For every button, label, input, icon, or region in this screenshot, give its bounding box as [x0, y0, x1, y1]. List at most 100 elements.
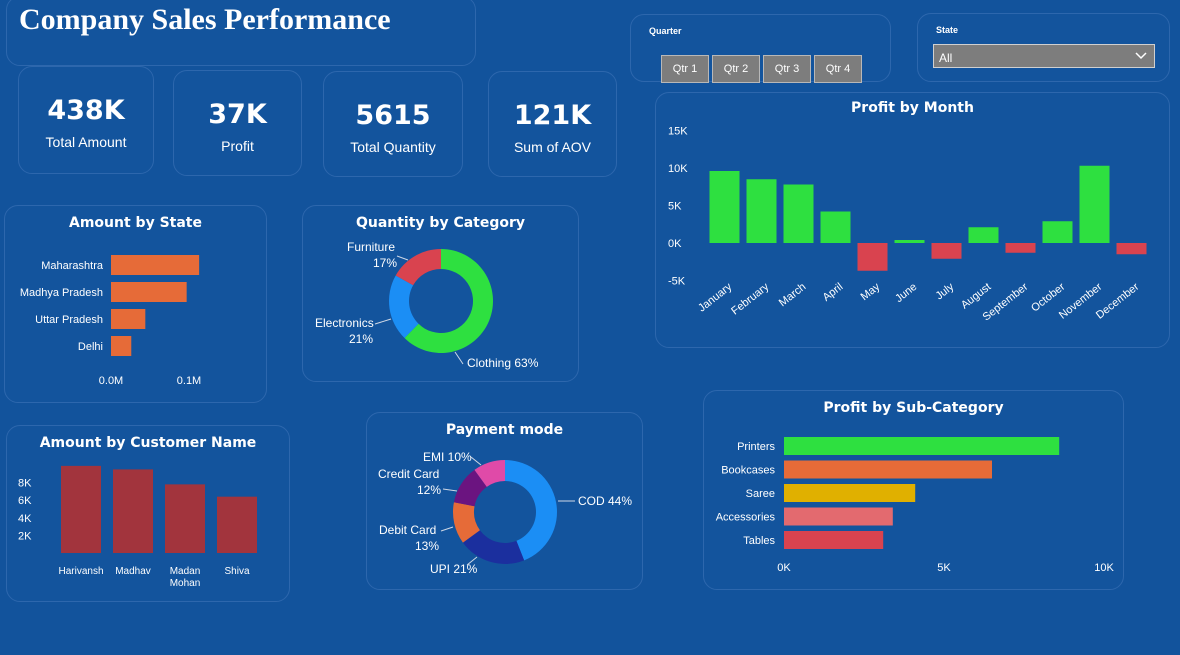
leader-line: [470, 456, 482, 466]
bar: [857, 243, 888, 271]
bar: [783, 184, 814, 243]
bar: [931, 243, 962, 259]
title-card: Company Sales Performance: [6, 0, 476, 66]
x-tick-label: 0K: [777, 562, 791, 574]
amount-by-state-card: Amount by State Maharashtra Madhya Prades…: [4, 205, 267, 403]
category-label: Madhya Pradesh: [20, 287, 103, 299]
y-tick-label: 6K: [18, 495, 32, 507]
bar: [784, 531, 884, 549]
bar: [709, 171, 740, 243]
category-label: Tables: [743, 535, 775, 547]
bar: [784, 484, 916, 502]
page-title: Company Sales Performance: [19, 3, 391, 36]
x-tick-label: June: [893, 281, 919, 305]
y-tick-label: 2K: [18, 530, 32, 542]
state-dropdown-value: All: [939, 51, 953, 65]
profit-by-subcategory-chart: Printers Bookcases Saree Accessories Tables 0…: [716, 437, 1114, 574]
profit-by-month-chart: 15K 10K 5K 0K -5K JanuaryFebruary March April Ma…: [668, 126, 1147, 323]
category-label: Accessories: [716, 512, 776, 524]
leader-line: [442, 488, 458, 492]
quantity-by-category-chart: Clothing 63% Electronics 21% Furniture 17%: [315, 240, 539, 370]
bar: [61, 465, 101, 553]
x-tick-label: July: [934, 281, 957, 303]
bar: [784, 437, 1060, 455]
data-label: Furniture: [347, 240, 395, 254]
quarter-slicer: Quarter Qtr 1 Qtr 2 Qtr 3 Qtr 4: [630, 14, 891, 83]
leader-line: [396, 255, 409, 261]
quarter-button-qtr1[interactable]: Qtr 1: [661, 55, 709, 83]
y-tick-label: 4K: [18, 513, 32, 525]
kpi-label: Profit: [221, 138, 254, 154]
x-tick-label: 0.1M: [177, 375, 201, 387]
x-tick-label: January: [696, 281, 735, 315]
bar: [111, 336, 132, 356]
y-tick-label: 8K: [18, 478, 32, 490]
quantity-by-category-card: Quantity by Category Clothing 63% Electro…: [302, 205, 579, 382]
kpi-value: 438K: [47, 95, 125, 126]
bar: [165, 484, 205, 553]
x-tick-label: Mohan: [170, 578, 201, 589]
kpi-total-quantity: 5615 Total Quantity: [323, 71, 463, 177]
bar: [1079, 165, 1110, 243]
kpi-total-amount: 438K Total Amount: [18, 66, 154, 174]
x-tick-label: February: [729, 281, 771, 318]
x-tick-label: Harivansh: [58, 566, 103, 577]
category-label: Bookcases: [721, 465, 775, 477]
bar: [1116, 243, 1147, 255]
data-label: UPI 21%: [430, 562, 478, 576]
data-label: Debit Card: [379, 523, 436, 537]
bar: [746, 179, 777, 243]
state-slicer-label: State: [936, 25, 959, 35]
data-label: 12%: [417, 483, 441, 497]
x-tick-label: 10K: [1094, 562, 1114, 574]
leader-line: [374, 318, 392, 325]
data-label: Clothing 63%: [467, 356, 539, 370]
kpi-value: 121K: [513, 100, 592, 131]
x-tick-label: May: [859, 281, 883, 304]
kpi-value: 37K: [208, 99, 267, 130]
payment-mode-chart: COD 44% UPI 21% Debit Card 13% Credit Card 12…: [378, 450, 632, 576]
bar: [820, 211, 851, 243]
category-label: Delhi: [78, 341, 103, 353]
data-label: COD 44%: [578, 494, 632, 508]
kpi-label: Total Amount: [45, 134, 127, 150]
data-label: EMI 10%: [423, 450, 472, 464]
chevron-down-icon: [1135, 52, 1147, 60]
x-tick-label: Madhav: [115, 566, 151, 577]
bar: [111, 282, 187, 302]
x-tick-label: Madan: [170, 566, 201, 577]
profit-by-month-card: Profit by Month 15K 10K 5K 0K -5K January Febr…: [655, 92, 1170, 348]
leader-line: [440, 526, 454, 532]
bar: [894, 240, 925, 243]
amount-by-customer-chart: 8K 6K 4K 2K Harivansh Madhav MadanMohan Shiva: [18, 465, 257, 589]
kpi-profit: 37K Profit: [173, 70, 302, 176]
quarter-button-qtr2[interactable]: Qtr 2: [712, 55, 760, 83]
category-label: Saree: [746, 488, 775, 500]
bar: [217, 496, 257, 553]
quarter-button-qtr3[interactable]: Qtr 3: [763, 55, 811, 83]
x-tick-label: Shiva: [224, 566, 249, 577]
data-label: Credit Card: [378, 467, 439, 481]
payment-mode-card: Payment mode COD 44% UPI 21% Debit Card 13%…: [366, 412, 643, 590]
data-label: Electronics: [315, 316, 374, 330]
category-label: Uttar Pradesh: [35, 314, 103, 326]
data-label: 13%: [415, 539, 439, 553]
bar: [968, 227, 999, 243]
quarter-button-qtr4[interactable]: Qtr 4: [814, 55, 862, 83]
bar: [111, 309, 146, 329]
x-tick-label: 5K: [937, 562, 951, 574]
leader-line: [454, 351, 464, 365]
quarter-slicer-label: Quarter: [649, 26, 682, 36]
state-dropdown[interactable]: All: [933, 44, 1155, 68]
x-tick-label: April: [821, 281, 846, 304]
category-label: Printers: [737, 441, 775, 453]
bar: [113, 469, 153, 553]
kpi-label: Sum of AOV: [513, 139, 592, 155]
kpi-sum-aov: 121K Sum of AOV: [488, 71, 617, 177]
kpi-label: Total Quantity: [350, 139, 436, 155]
amount-by-customer-card: Amount by Customer Name 8K 6K 4K 2K Harivans…: [6, 425, 290, 602]
x-tick-label: March: [777, 281, 808, 309]
y-tick-label: 0K: [668, 238, 682, 250]
y-tick-label: -5K: [668, 276, 686, 288]
kpi-value: 5615: [355, 100, 431, 131]
